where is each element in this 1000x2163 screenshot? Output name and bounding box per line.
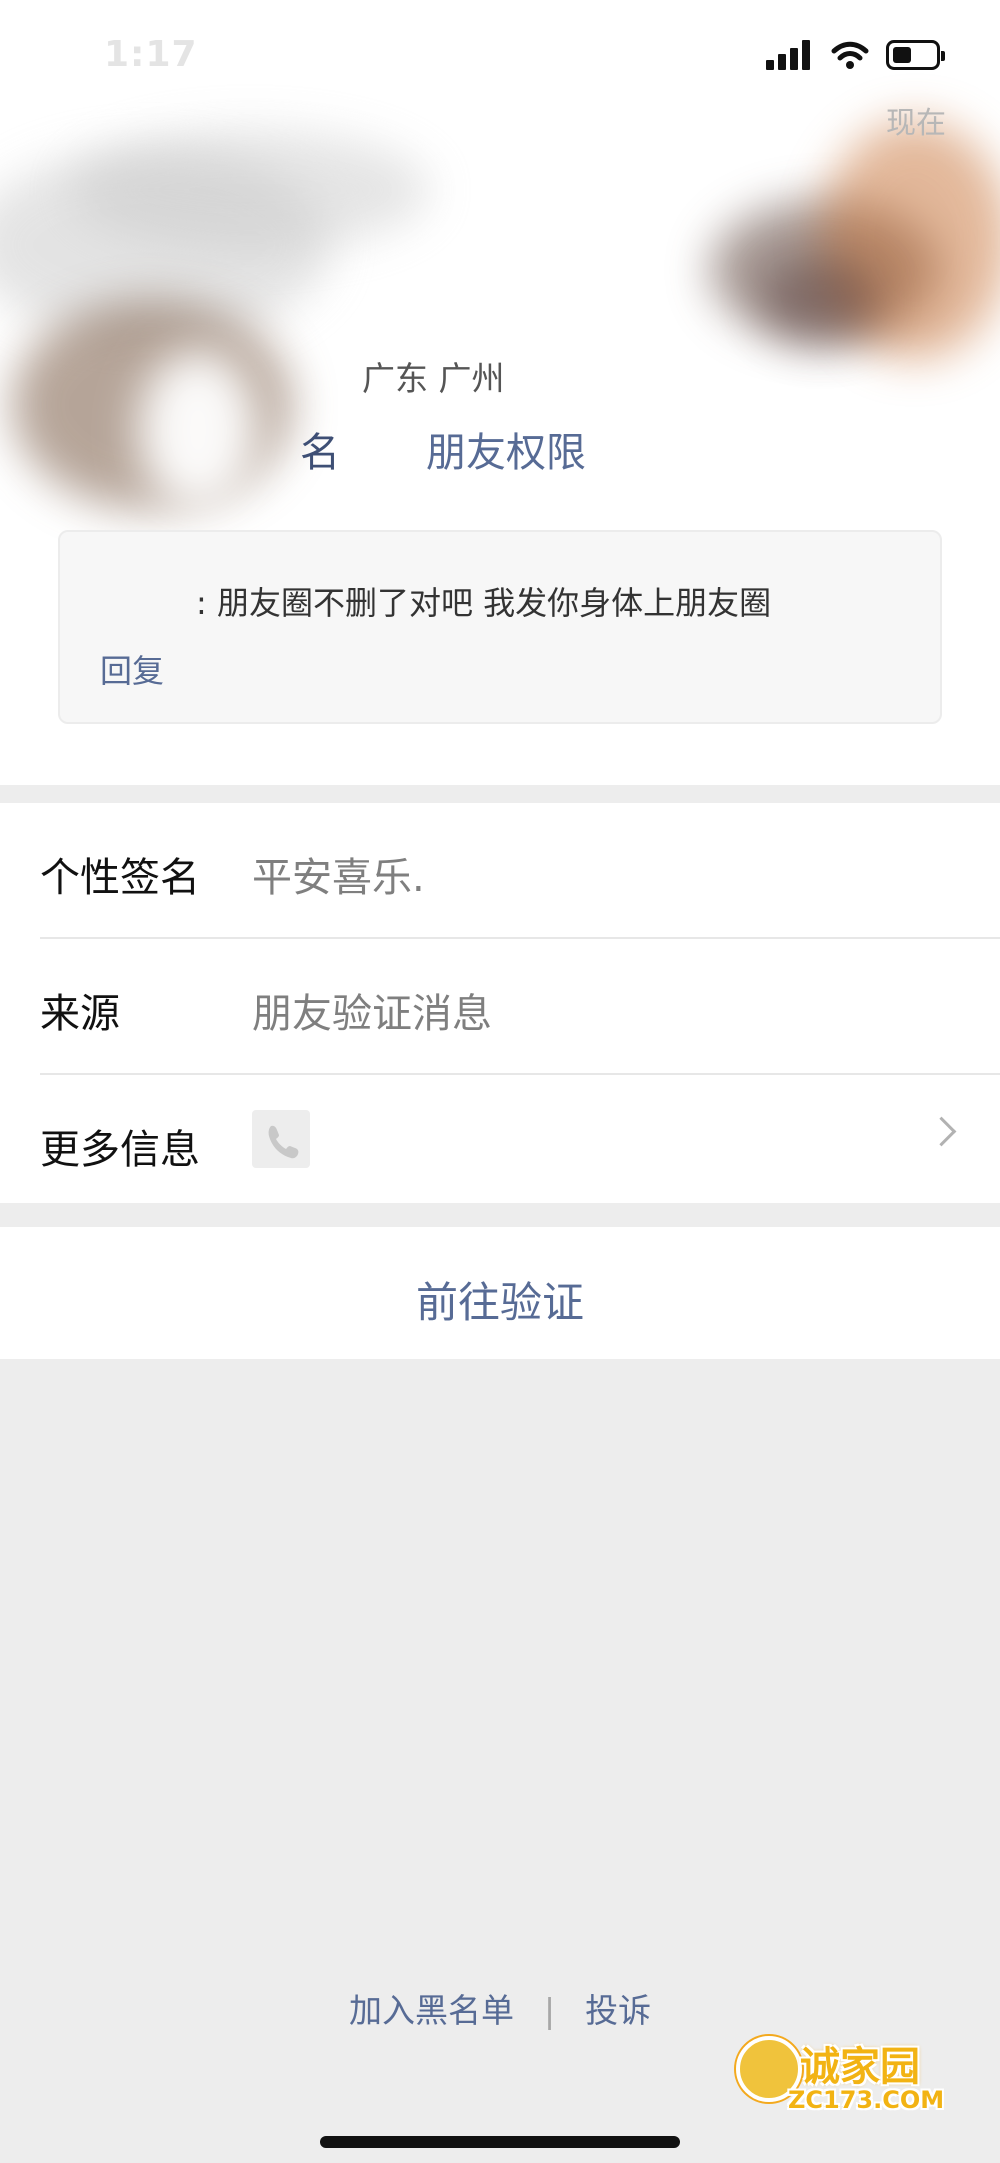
- add-blacklist-link[interactable]: 加入黑名单: [349, 1991, 514, 2030]
- profile-info-list: 个性签名 平安喜乐. 来源 朋友验证消息 更多信息: [0, 803, 1000, 1203]
- status-icons: [766, 40, 956, 74]
- blurred-avatar-shadow: [138, 350, 258, 510]
- source-row: 来源 朋友验证消息: [0, 939, 1000, 1073]
- reply-button[interactable]: 回复: [100, 646, 164, 692]
- watermark-text-sub: ZC173.COM: [788, 2086, 945, 2114]
- profile-header: 1:17 现在 广东 广州 名 朋友权限 : 朋友圈不删了对吧 我发你身体上朋友…: [0, 0, 1000, 785]
- post-time: 现在: [886, 106, 946, 141]
- blurred-corner-art-dark: [760, 255, 880, 345]
- phone-icon: [252, 1110, 310, 1168]
- wifi-icon: [831, 41, 869, 69]
- more-info-row[interactable]: 更多信息: [0, 1075, 1000, 1209]
- verify-action[interactable]: 前往验证: [0, 1227, 1000, 1359]
- profile-region: 广东 广州: [362, 359, 505, 398]
- friend-permissions-link[interactable]: 朋友权限: [426, 420, 586, 478]
- signature-label: 个性签名: [40, 855, 200, 901]
- footer-separator: |: [543, 1991, 556, 2030]
- signal-icon: [766, 40, 816, 70]
- source-value: 朋友验证消息: [252, 991, 492, 1037]
- signature-row: 个性签名 平安喜乐.: [0, 803, 1000, 937]
- watermark-text-main: 诚家园: [800, 2044, 920, 2090]
- go-verify-button[interactable]: 前往验证: [0, 1269, 1000, 1330]
- status-time: 1:17: [104, 34, 198, 75]
- battery-level: [893, 47, 911, 63]
- signature-value: 平安喜乐.: [252, 855, 425, 901]
- source-label: 来源: [40, 991, 120, 1037]
- footer-links: 加入黑名单 | 投诉: [0, 1984, 1000, 2032]
- more-info-label: 更多信息: [40, 1127, 200, 1173]
- reply-message-card: : 朋友圈不删了对吧 我发你身体上朋友圈 回复: [58, 530, 942, 724]
- reply-message-text: : 朋友圈不删了对吧 我发你身体上朋友圈: [196, 584, 772, 622]
- blurred-banner-top: [70, 130, 430, 250]
- remark-name-partial: 名: [300, 430, 340, 476]
- home-indicator: [320, 2136, 680, 2148]
- status-bar: 1:17 现在: [0, 0, 1000, 141]
- report-link[interactable]: 投诉: [585, 1991, 651, 2030]
- battery-icon: [886, 40, 945, 70]
- watermark: 诚家园 ZC173.COM: [736, 2030, 956, 2120]
